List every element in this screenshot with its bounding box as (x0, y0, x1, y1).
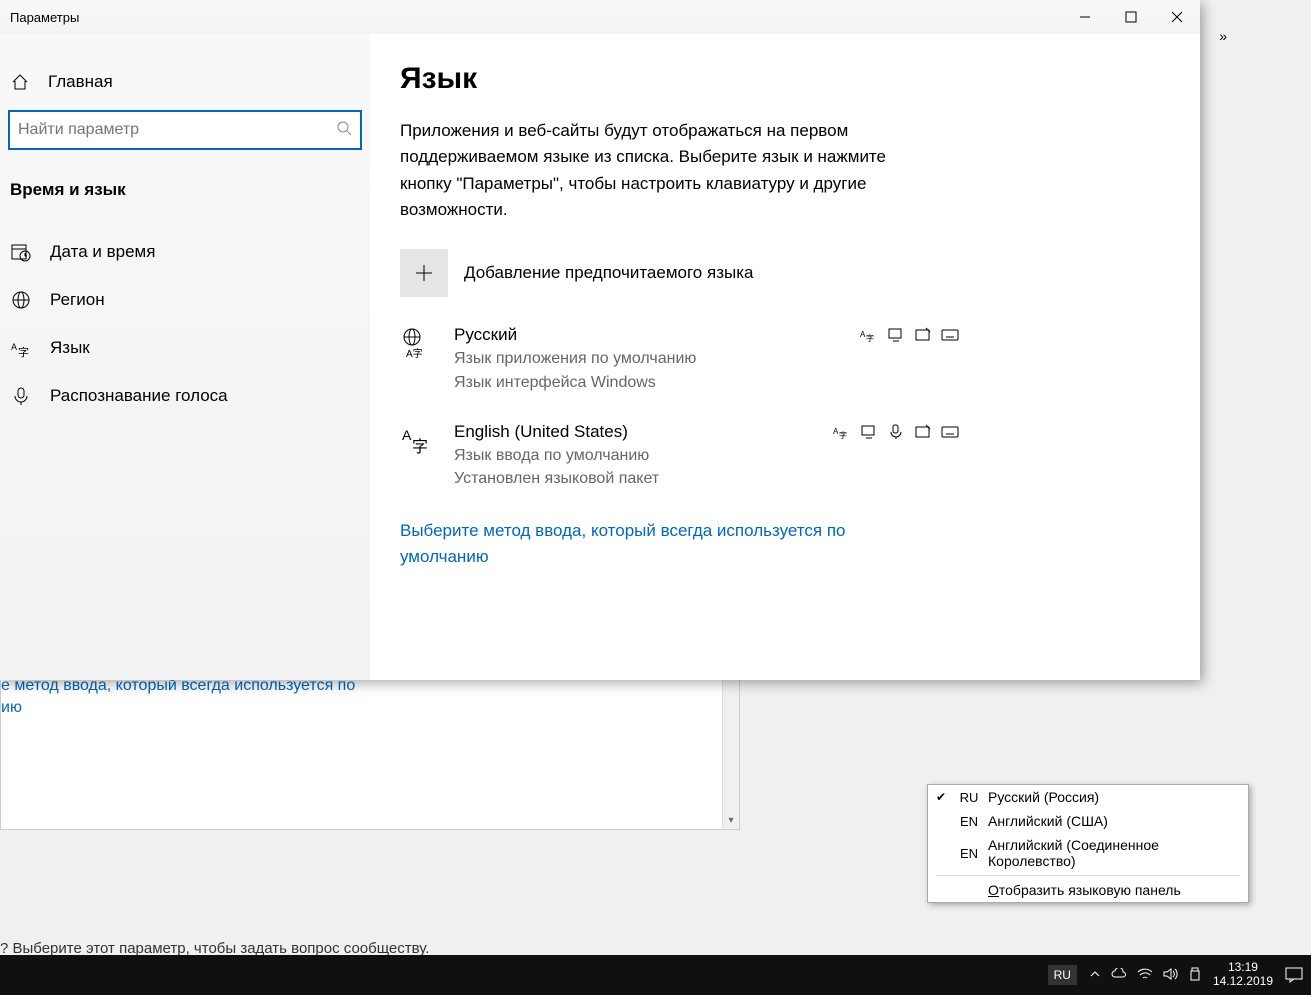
language-sub-1: Язык ввода по умолчанию (454, 444, 815, 467)
add-language-button[interactable]: Добавление предпочитаемого языка (400, 249, 1170, 297)
language-a-icon: A字 (10, 338, 32, 358)
sidebar-section-title: Время и язык (0, 170, 370, 228)
language-sub-1: Язык приложения по умолчанию (454, 347, 842, 370)
taskbar-clock[interactable]: 13:19 14.12.2019 (1213, 961, 1273, 989)
sidebar-item-datetime[interactable]: Дата и время (0, 228, 370, 276)
show-language-bar-label: Отобразить языковую панель (988, 882, 1240, 898)
close-button[interactable] (1154, 1, 1200, 33)
home-icon (10, 73, 30, 91)
default-input-method-link[interactable]: Выберите метод ввода, который всегда исп… (400, 518, 920, 569)
lang-code: EN (956, 846, 982, 861)
scrollbar-arrow-down-icon[interactable]: ▾ (723, 812, 739, 829)
lang-code: RU (956, 790, 982, 805)
svg-text:A字: A字 (406, 347, 423, 360)
speech-mic-icon (887, 424, 906, 440)
main-content: Язык Приложения и веб-сайты будут отобра… (370, 34, 1200, 680)
calendar-clock-icon (10, 242, 32, 262)
language-name: English (United States) (454, 422, 815, 442)
sidebar: Главная Время и язык Дата и время (0, 34, 370, 680)
language-sub-2: Язык интерфейса Windows (454, 371, 842, 394)
svg-text:字: 字 (866, 333, 874, 343)
language-feature-badges: A字 (860, 325, 960, 393)
taskbar-time: 13:19 (1213, 961, 1273, 975)
handwriting-icon (914, 327, 933, 343)
show-language-bar[interactable]: Отобразить языковую панель (928, 878, 1248, 902)
display-icon (887, 327, 906, 343)
window-title: Параметры (0, 10, 1062, 25)
taskbar-language-indicator[interactable]: RU (1048, 965, 1077, 985)
minimize-button[interactable] (1062, 1, 1108, 33)
tray-cloud-icon[interactable] (1111, 968, 1127, 983)
sidebar-home[interactable]: Главная (0, 64, 370, 110)
add-language-label: Добавление предпочитаемого языка (464, 263, 753, 283)
handwriting-icon (914, 424, 933, 440)
lang-label: Английский (Соединенное Королевство) (988, 837, 1240, 869)
lang-label: Английский (США) (988, 813, 1240, 829)
sidebar-item-label: Дата и время (50, 242, 155, 262)
sidebar-item-label: Регион (50, 290, 105, 310)
svg-text:字: 字 (412, 438, 428, 456)
language-item-russian[interactable]: A字 Русский Язык приложения по умолчанию … (400, 325, 960, 393)
search-icon (336, 120, 352, 140)
language-a-char-icon: A字 (400, 422, 436, 490)
page-description: Приложения и веб-сайты будут отображатьс… (400, 118, 940, 223)
taskbar-date: 14.12.2019 (1213, 975, 1273, 989)
titlebar: Параметры (0, 0, 1200, 34)
notification-icon[interactable] (1285, 967, 1303, 983)
text-to-speech-icon: A字 (833, 424, 852, 440)
svg-text:字: 字 (18, 345, 29, 358)
lang-option-en-us[interactable]: EN Английский (США) (928, 809, 1248, 833)
sidebar-item-speech[interactable]: Распознавание голоса (0, 372, 370, 420)
text-to-speech-icon: A字 (860, 327, 879, 343)
search-input[interactable] (18, 121, 336, 139)
language-sub-2: Установлен языковой пакет (454, 467, 815, 490)
sidebar-item-language[interactable]: A字 Язык (0, 324, 370, 372)
lang-label: Русский (Россия) (988, 789, 1240, 805)
plus-icon (400, 249, 448, 297)
language-feature-badges: A字 (833, 422, 960, 490)
language-globe-icon: A字 (400, 325, 436, 393)
language-item-english-us[interactable]: A字 English (United States) Язык ввода по… (400, 422, 960, 490)
maximize-button[interactable] (1108, 1, 1154, 33)
sidebar-item-region[interactable]: Регион (0, 276, 370, 324)
keyboard-icon (941, 424, 960, 440)
overflow-chevrons-icon[interactable]: » (1219, 28, 1225, 44)
language-switcher-popup: ✔ RU Русский (Россия) EN Английский (США… (927, 784, 1249, 903)
tray-volume-icon[interactable] (1163, 967, 1179, 984)
taskbar: RU 13:19 14.12.2019 (0, 955, 1311, 995)
page-title: Язык (400, 62, 1170, 96)
microphone-icon (10, 386, 32, 406)
svg-text:字: 字 (839, 430, 847, 440)
sidebar-item-label: Распознавание голоса (50, 386, 228, 406)
keyboard-icon (941, 327, 960, 343)
display-icon (860, 424, 879, 440)
lang-code: EN (956, 814, 982, 829)
tray-up-icon[interactable] (1089, 968, 1101, 983)
bg-link-line-2[interactable]: ию (1, 697, 691, 719)
tray-power-icon[interactable] (1189, 967, 1201, 984)
tray-wifi-icon[interactable] (1137, 968, 1153, 983)
svg-text:A: A (402, 427, 412, 443)
svg-text:A: A (11, 342, 17, 352)
popup-separator (936, 875, 1240, 876)
background-right-scrollbar[interactable] (1233, 50, 1249, 680)
sidebar-home-label: Главная (48, 72, 113, 92)
globe-icon (10, 290, 32, 310)
sidebar-item-label: Язык (50, 338, 90, 358)
system-tray (1089, 967, 1201, 984)
search-input-wrapper[interactable] (8, 110, 362, 150)
settings-window: Параметры Главная (0, 0, 1200, 680)
check-icon: ✔ (936, 790, 950, 804)
language-name: Русский (454, 325, 842, 345)
lang-option-en-gb[interactable]: EN Английский (Соединенное Королевство) (928, 833, 1248, 873)
lang-option-ru[interactable]: ✔ RU Русский (Россия) (928, 785, 1248, 809)
